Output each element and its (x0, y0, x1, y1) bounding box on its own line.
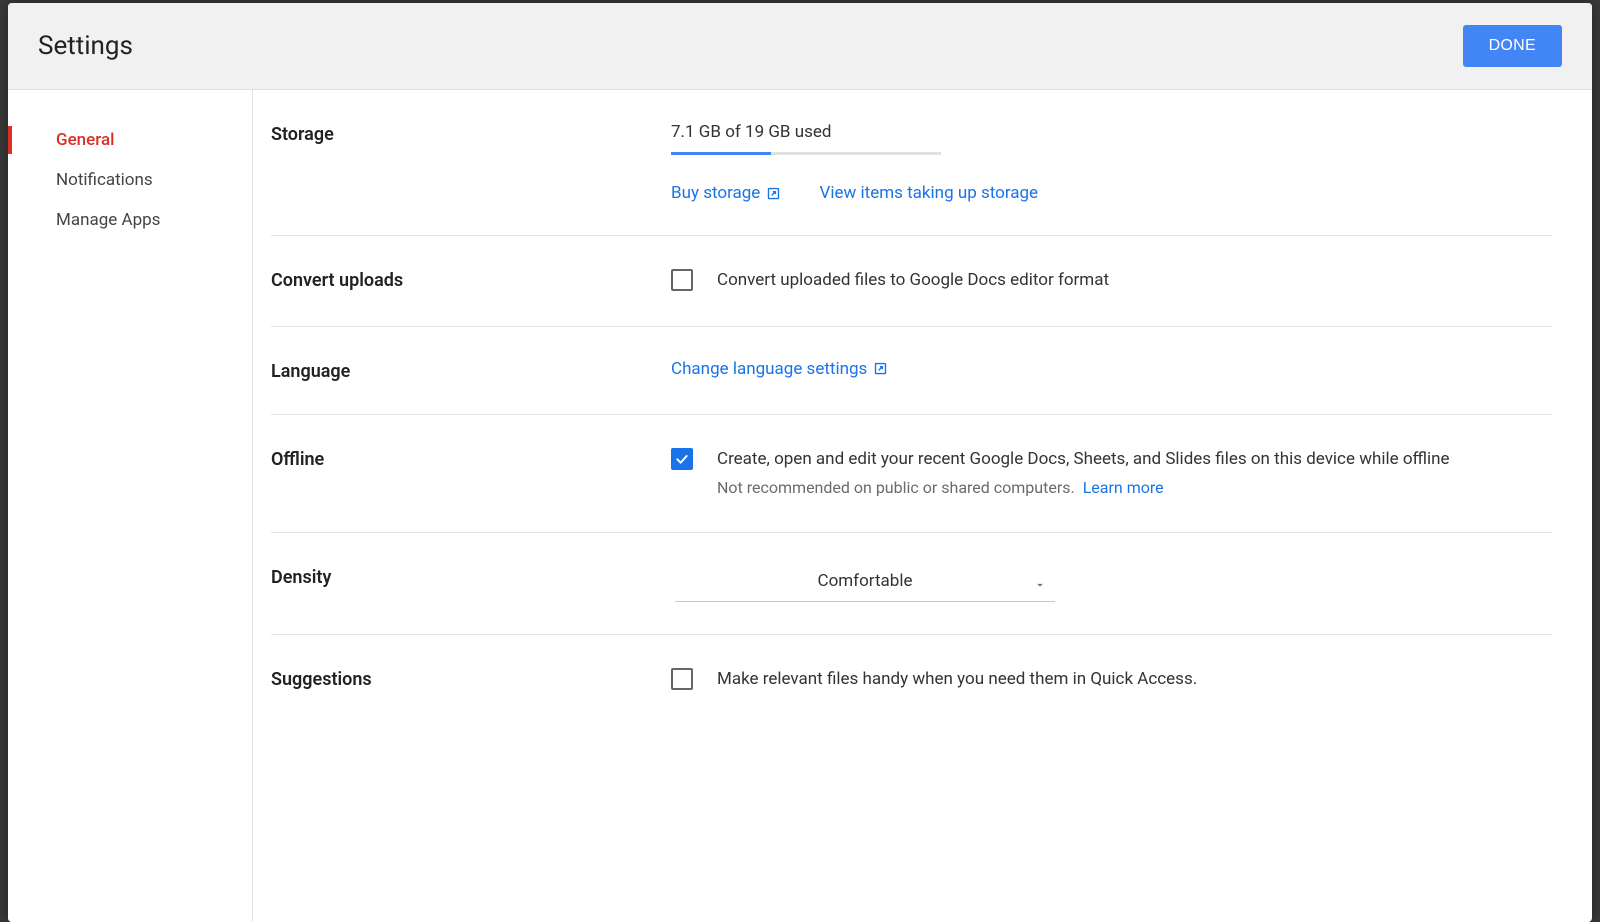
section-label: Convert uploads (271, 268, 671, 294)
done-button[interactable]: DONE (1463, 25, 1562, 67)
storage-progress-fill (671, 152, 771, 155)
dialog-header: Settings DONE (8, 3, 1592, 90)
settings-sidebar: General Notifications Manage Apps (8, 90, 253, 922)
sidebar-item-label: Notifications (56, 170, 153, 190)
section-label: Offline (271, 447, 671, 501)
external-link-icon (766, 186, 781, 201)
offline-text-block: Create, open and edit your recent Google… (717, 447, 1552, 501)
section-body: Create, open and edit your recent Google… (671, 447, 1552, 501)
suggestions-text: Make relevant files handy when you need … (717, 667, 1552, 693)
section-label: Suggestions (271, 667, 671, 693)
chevron-down-icon (1033, 577, 1047, 597)
sidebar-item-manage-apps[interactable]: Manage Apps (8, 200, 252, 240)
section-body: Convert uploaded files to Google Docs ed… (671, 268, 1552, 294)
storage-summary: 7.1 GB of 19 GB used (671, 122, 1552, 142)
suggestions-checkbox[interactable] (671, 668, 693, 690)
offline-description: Create, open and edit your recent Google… (717, 447, 1552, 473)
section-language: Language Change language settings (271, 327, 1552, 415)
section-label: Density (271, 565, 671, 602)
external-link-icon (873, 361, 888, 376)
change-language-link[interactable]: Change language settings (671, 359, 888, 379)
sidebar-item-general[interactable]: General (8, 120, 252, 160)
dialog-body: General Notifications Manage Apps Storag… (8, 90, 1592, 922)
section-storage: Storage 7.1 GB of 19 GB used Buy storage… (271, 90, 1552, 236)
offline-checkbox[interactable] (671, 448, 693, 470)
view-storage-items-link[interactable]: View items taking up storage (820, 183, 1039, 203)
section-suggestions: Suggestions Make relevant files handy wh… (271, 635, 1552, 725)
section-label: Storage (271, 122, 671, 203)
dialog-title: Settings (38, 31, 133, 61)
sidebar-item-notifications[interactable]: Notifications (8, 160, 252, 200)
density-select[interactable]: Comfortable (675, 565, 1055, 602)
section-body: Make relevant files handy when you need … (671, 667, 1552, 693)
section-body: 7.1 GB of 19 GB used Buy storage View it… (671, 122, 1552, 203)
sidebar-item-label: General (56, 130, 114, 150)
storage-progress-track (671, 152, 941, 155)
check-icon (674, 451, 690, 467)
buy-storage-link[interactable]: Buy storage (671, 183, 781, 203)
section-offline: Offline Create, open and edit your recen… (271, 415, 1552, 534)
offline-hint: Not recommended on public or shared comp… (717, 478, 1075, 497)
link-label: Buy storage (671, 183, 760, 203)
offline-learn-more-link[interactable]: Learn more (1083, 476, 1164, 500)
settings-content[interactable]: Storage 7.1 GB of 19 GB used Buy storage… (253, 90, 1592, 922)
settings-dialog: Settings DONE General Notifications Mana… (8, 3, 1592, 922)
convert-uploads-row: Convert uploaded files to Google Docs ed… (671, 268, 1552, 294)
convert-uploads-text: Convert uploaded files to Google Docs ed… (717, 268, 1552, 294)
link-label: View items taking up storage (820, 183, 1039, 203)
section-convert-uploads: Convert uploads Convert uploaded files t… (271, 236, 1552, 327)
section-density: Density Comfortable (271, 533, 1552, 635)
suggestions-row: Make relevant files handy when you need … (671, 667, 1552, 693)
convert-uploads-checkbox[interactable] (671, 269, 693, 291)
section-label: Language (271, 359, 671, 382)
sidebar-item-label: Manage Apps (56, 210, 160, 230)
offline-hint-row: Not recommended on public or shared comp… (717, 476, 1552, 500)
link-label: Change language settings (671, 359, 867, 379)
section-body: Change language settings (671, 359, 1552, 382)
section-body: Comfortable (671, 565, 1552, 602)
offline-row: Create, open and edit your recent Google… (671, 447, 1552, 501)
density-value: Comfortable (818, 571, 913, 591)
